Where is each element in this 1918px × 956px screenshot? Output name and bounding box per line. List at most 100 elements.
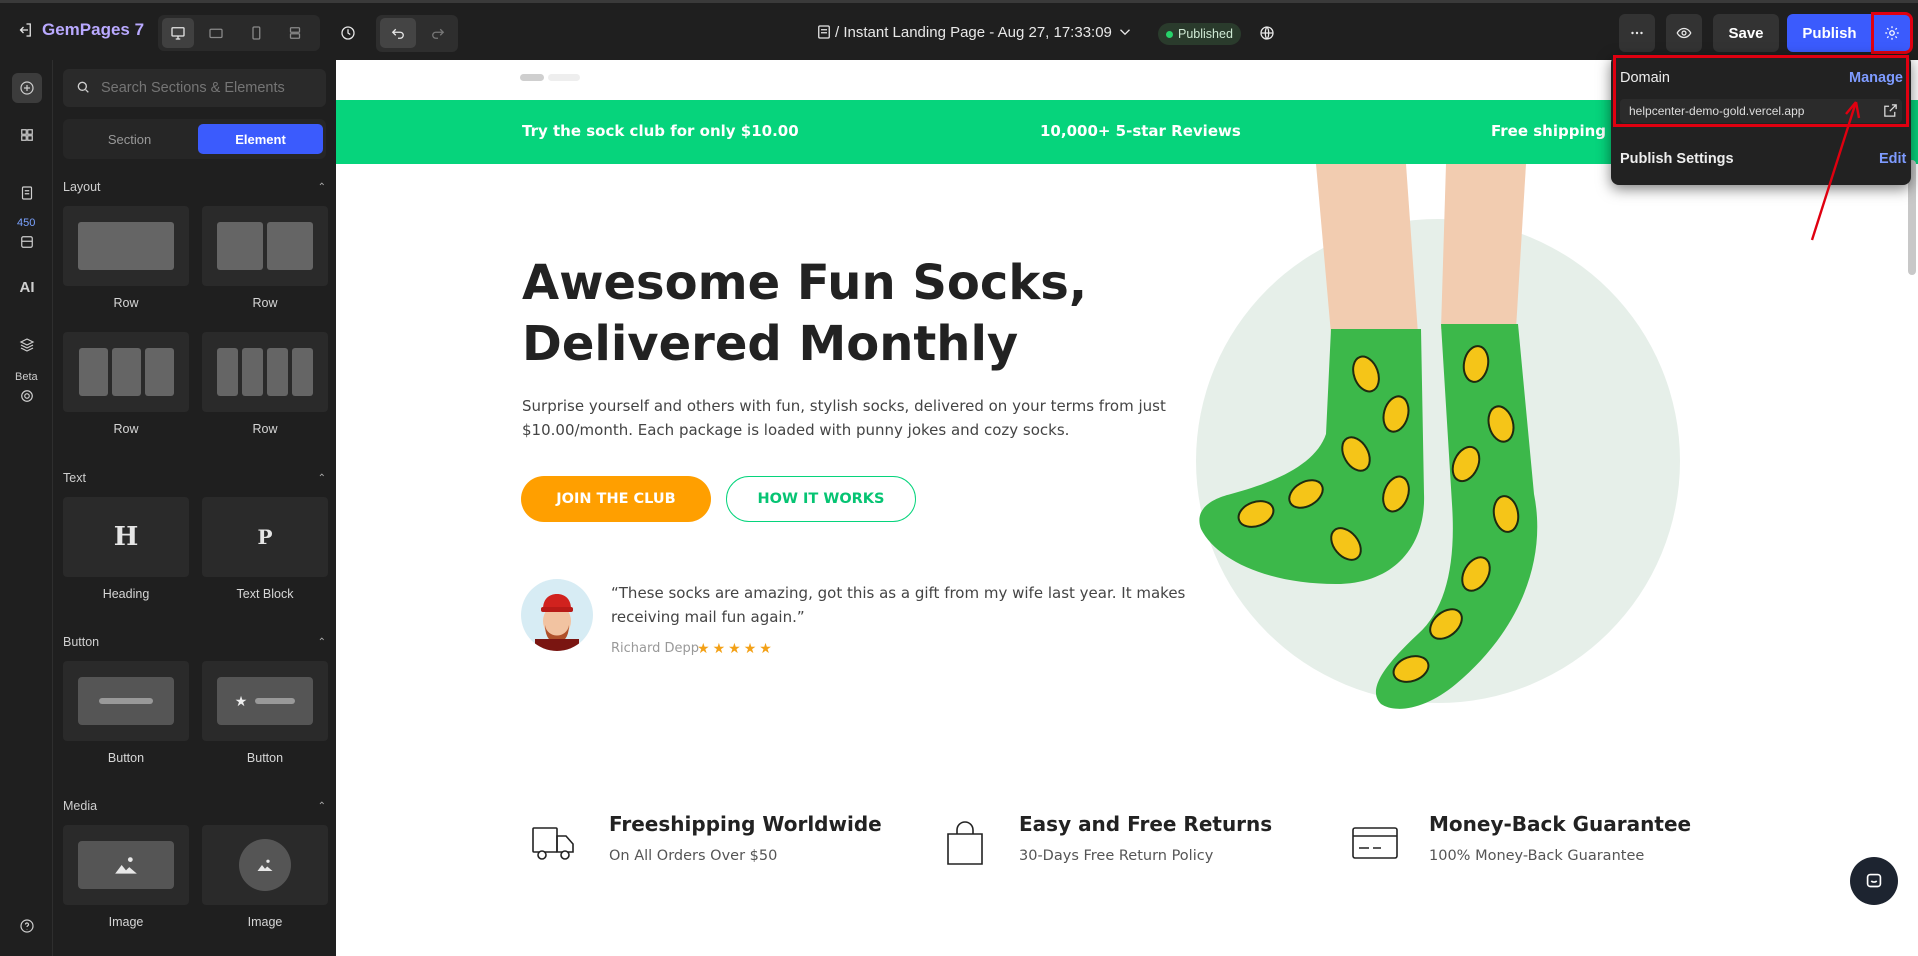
promo-item: 10,000+ 5-star Reviews xyxy=(1040,122,1241,140)
desktop-view-icon[interactable] xyxy=(162,18,194,48)
publish-settings-label: Publish Settings xyxy=(1620,151,1734,167)
element-row-3col[interactable] xyxy=(63,332,189,412)
status-text: Published xyxy=(1178,27,1233,41)
publish-button[interactable]: Publish xyxy=(1787,14,1872,52)
pages-icon[interactable] xyxy=(12,178,42,208)
search-icon xyxy=(75,79,93,97)
icon-button-preview: ★ xyxy=(217,677,313,725)
page-title[interactable]: / Instant Landing Page - Aug 27, 17:33:0… xyxy=(835,19,1112,45)
editor-canvas[interactable]: Try the sock club for only $10.00 10,000… xyxy=(336,60,1918,956)
domain-url: helpcenter-demo-gold.vercel.app xyxy=(1629,104,1805,118)
quote-line: receiving mail fun again.” xyxy=(611,608,805,626)
more-icon[interactable] xyxy=(1619,14,1655,52)
search-input[interactable] xyxy=(101,80,321,96)
redo-icon[interactable] xyxy=(420,18,456,48)
rating-stars: ★ ★ ★ ★ ★ xyxy=(697,640,775,657)
carousel-dot-active[interactable] xyxy=(520,74,544,81)
help-icon[interactable] xyxy=(12,911,42,941)
element-heading[interactable]: H xyxy=(63,497,189,577)
hero-desc-line: Surprise yourself and others with fun, s… xyxy=(522,397,1166,415)
element-row-4col[interactable] xyxy=(202,332,328,412)
element-text-block[interactable]: P xyxy=(202,497,328,577)
row-2col-preview xyxy=(217,222,313,270)
credit-card-icon xyxy=(1350,818,1400,868)
element-label: Image xyxy=(108,915,144,929)
ai-icon[interactable]: AI xyxy=(12,272,42,302)
tab-section-label: Section xyxy=(107,131,152,147)
carousel-dot[interactable] xyxy=(548,74,580,81)
category-title: Media xyxy=(63,799,98,813)
category-media[interactable]: Media ⌃ xyxy=(63,799,326,813)
join-label: JOIN THE CLUB xyxy=(556,491,676,507)
star-icon: ★ xyxy=(728,640,741,656)
hero-title-line: Delivered Monthly xyxy=(522,316,1019,372)
feature-title: Easy and Free Returns xyxy=(1019,812,1273,836)
element-label: Row xyxy=(113,422,139,436)
category-button[interactable]: Button ⌃ xyxy=(63,635,326,649)
top-bar: GemPages 7 / Instant Landing Page - Aug … xyxy=(0,0,1918,60)
row-4col-preview xyxy=(217,348,313,396)
chat-support-icon[interactable] xyxy=(1850,857,1898,905)
custom-view-icon[interactable] xyxy=(279,18,311,48)
hero-description: Surprise yourself and others with fun, s… xyxy=(522,394,1166,442)
feature-subtitle: 30-Days Free Return Policy xyxy=(1019,848,1214,864)
save-label: Save xyxy=(1728,24,1764,42)
hero-title-line: Awesome Fun Socks, xyxy=(522,255,1088,311)
shopping-bag-icon xyxy=(940,818,990,868)
chevron-up-icon[interactable]: ⌃ xyxy=(318,801,326,812)
chevron-up-icon[interactable]: ⌃ xyxy=(318,182,326,193)
page-icon xyxy=(814,19,834,45)
exit-icon[interactable] xyxy=(14,17,36,43)
element-label: Heading xyxy=(102,587,150,601)
chevron-down-icon[interactable] xyxy=(1116,20,1134,44)
search-box[interactable] xyxy=(63,69,326,107)
row-3col-preview xyxy=(78,348,174,396)
testimonial-quote: “These socks are amazing, got this as a … xyxy=(611,581,1185,629)
layers-icon[interactable] xyxy=(12,330,42,360)
element-label: Button xyxy=(107,751,145,765)
category-text[interactable]: Text ⌃ xyxy=(63,471,326,485)
save-button[interactable]: Save xyxy=(1713,14,1779,52)
element-row-2col[interactable] xyxy=(202,206,328,286)
element-label: Image xyxy=(247,915,283,929)
left-rail: 450 AI Beta xyxy=(0,60,53,956)
element-image-circle[interactable] xyxy=(202,825,328,905)
publish-settings-gear-icon[interactable] xyxy=(1871,12,1913,54)
element-label: Row xyxy=(252,422,278,436)
history-icon[interactable] xyxy=(333,18,363,48)
app-logo: GemPages 7 xyxy=(42,17,144,43)
join-the-club-button[interactable]: JOIN THE CLUB xyxy=(521,476,711,522)
feature-title: Freeshipping Worldwide xyxy=(609,812,882,836)
sections-icon[interactable] xyxy=(12,120,42,150)
apps-icon[interactable] xyxy=(12,227,42,257)
edit-publish-settings-link[interactable]: Edit xyxy=(1879,151,1906,167)
tab-section[interactable]: Section xyxy=(66,124,193,154)
chevron-up-icon[interactable]: ⌃ xyxy=(318,473,326,484)
elements-panel: Section Element Layout ⌃ Row Row Row Row… xyxy=(53,60,336,956)
globe-icon[interactable] xyxy=(1254,19,1280,47)
page-title-text: / Instant Landing Page - Aug 27, 17:33:0… xyxy=(835,23,1112,41)
external-link-icon[interactable] xyxy=(1882,102,1900,120)
tablet-landscape-icon[interactable] xyxy=(200,18,232,48)
how-it-works-button[interactable]: HOW IT WORKS xyxy=(726,476,916,522)
tab-element[interactable]: Element xyxy=(198,124,323,154)
element-row-1col[interactable] xyxy=(63,206,189,286)
mobile-view-icon[interactable] xyxy=(240,18,272,48)
element-button[interactable] xyxy=(63,661,189,741)
element-icon-button[interactable]: ★ xyxy=(202,661,328,741)
category-title: Layout xyxy=(63,180,101,194)
element-label: Row xyxy=(252,296,278,310)
element-image[interactable] xyxy=(63,825,189,905)
manage-domain-link[interactable]: Manage xyxy=(1849,70,1903,86)
heading-glyph: H xyxy=(113,522,139,552)
feature-title: Money-Back Guarantee xyxy=(1429,812,1692,836)
sock-image xyxy=(1199,164,1538,709)
category-layout[interactable]: Layout ⌃ xyxy=(63,180,326,194)
preview-eye-icon[interactable] xyxy=(1666,14,1702,52)
undo-icon[interactable] xyxy=(380,18,416,48)
settings-beta-icon[interactable] xyxy=(12,381,42,411)
chevron-up-icon[interactable]: ⌃ xyxy=(318,637,326,648)
publish-label: Publish xyxy=(1802,24,1857,42)
status-dot xyxy=(1166,30,1173,38)
add-element-icon[interactable] xyxy=(12,73,42,103)
